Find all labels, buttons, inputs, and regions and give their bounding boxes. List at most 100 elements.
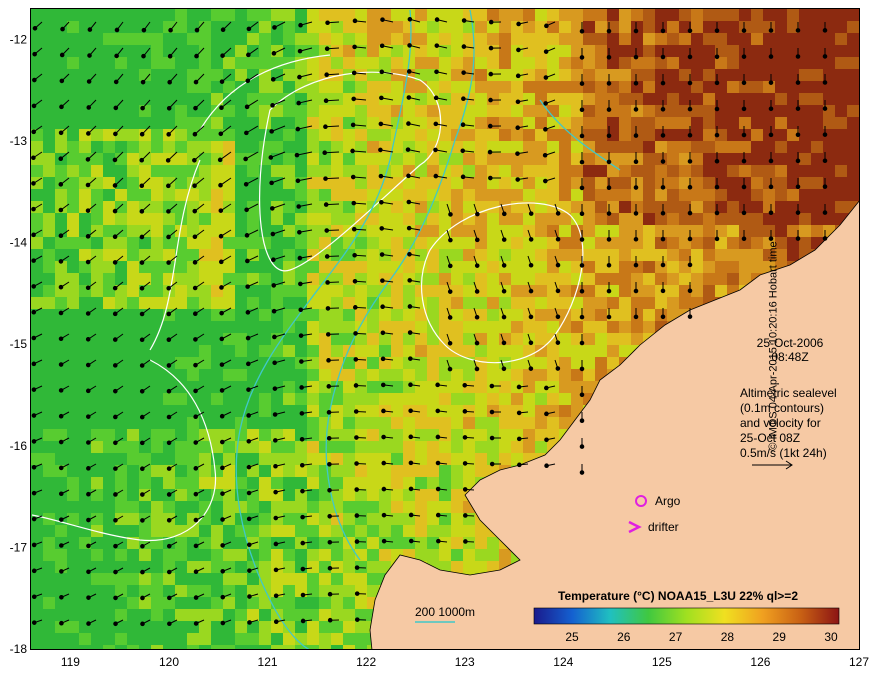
sst-cell [499,21,511,33]
velocity-vector-head [194,53,199,59]
sst-cell [379,309,391,321]
sst-cell [211,501,223,513]
sst-cell [211,33,223,45]
sst-cell [655,309,667,321]
sst-cell [703,225,715,237]
sst-cell [91,57,103,69]
sst-cell [367,93,379,105]
velocity-vector-head [166,234,171,240]
sst-cell [187,57,199,69]
sst-cell [619,333,631,345]
sst-cell [175,405,187,417]
sst-cell [547,297,559,309]
sst-cell [595,273,607,285]
sst-cell [67,417,79,429]
sst-cell [127,201,139,213]
sst-cell [163,141,175,153]
velocity-vector-head [606,314,612,320]
sst-cell [559,153,571,165]
sst-cell [439,81,451,93]
velocity-vector-head [31,620,37,625]
sst-cell [451,165,463,177]
sst-cell [835,9,847,21]
sst-cell [175,45,187,57]
sst-cell [511,345,523,357]
sst-cell [55,297,67,309]
velocity-vector-head [86,621,91,626]
velocity-vector-head [543,49,549,54]
sst-cell [79,477,91,489]
sst-cell [175,321,187,333]
sst-cell [547,369,559,381]
sst-cell [355,9,367,21]
velocity-vector-head [489,461,495,467]
sst-cell [331,477,343,489]
sst-cell [535,237,547,249]
sst-cell [247,573,259,585]
sst-cell [799,213,811,225]
velocity-vector-head [140,466,145,472]
sst-cell [727,153,739,165]
velocity-vector-head [217,157,223,163]
velocity-vector-head [219,388,225,393]
sst-cell [727,141,739,153]
sst-cell [319,81,331,93]
velocity-vector-head [516,47,521,53]
sst-cell [91,609,103,621]
sst-cell [691,57,703,69]
sst-cell [331,105,343,117]
sst-cell [151,477,163,489]
sst-cell [235,249,247,261]
velocity-vector-head [113,105,119,111]
velocity-vector-head [166,517,172,523]
sst-cell [535,213,547,225]
sst-cell [391,429,403,441]
sst-cell [307,561,319,573]
sst-cell [115,177,127,189]
sst-cell [331,405,343,417]
sst-cell [355,309,367,321]
sst-cell [367,321,379,333]
velocity-vector-head [741,236,747,242]
sst-cell [115,393,127,405]
sst-cell [223,9,235,21]
sst-cell [67,261,79,273]
velocity-vector-head [516,436,522,442]
velocity-vector-head [31,309,37,315]
sst-cell [547,141,559,153]
credit-text: © IMOS 04-Apr-2015 10:20:16 Hobart time [767,241,780,451]
sst-cell [463,237,475,249]
sst-cell [343,369,355,381]
sst-cell [283,369,295,381]
sst-cell [667,261,679,273]
velocity-vector-head [295,126,301,132]
velocity-vector-head [245,258,250,264]
sst-cell [79,237,91,249]
sst-cell [103,69,115,81]
sst-cell [307,465,319,477]
sst-cell [91,213,103,225]
sst-cell [139,645,151,649]
sst-cell [619,189,631,201]
velocity-vector-head [579,444,585,449]
sst-cell [271,501,283,513]
sst-cell [619,309,631,321]
sst-cell [667,213,679,225]
sst-cell [319,633,331,645]
sst-cell [43,321,55,333]
sst-cell [415,105,427,117]
velocity-vector-head [269,129,274,134]
velocity-vector-head [271,308,277,314]
sst-cell [199,81,211,93]
sst-cell [643,285,655,297]
sst-cell [427,525,439,537]
sst-cell [343,261,355,273]
sst-cell [151,633,163,645]
sst-cell [307,645,319,649]
sst-cell [439,549,451,561]
sst-cell [307,453,319,465]
sst-cell [499,381,511,393]
sst-cell [259,417,271,429]
sst-cell [655,153,667,165]
sst-cell [235,9,247,21]
